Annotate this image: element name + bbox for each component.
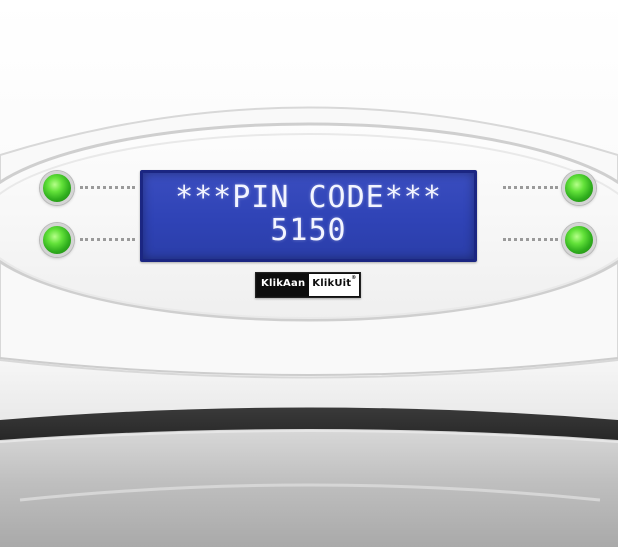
led-connector-bottom-left <box>80 238 135 241</box>
led-indicator-bottom-right[interactable] <box>562 223 596 257</box>
led-connector-bottom-right <box>503 238 558 241</box>
led-indicator-bottom-left[interactable] <box>40 223 74 257</box>
led-indicator-top-left[interactable] <box>40 171 74 205</box>
brand-logo: KlikAan KlikUit® <box>255 272 362 298</box>
lcd-line-2: 5150 <box>270 213 347 248</box>
led-connector-top-right <box>503 186 558 189</box>
device-front-panel: ***PIN CODE*** 5150 KlikAan KlikUit® <box>0 0 618 547</box>
lcd-line-1: ***PIN CODE*** <box>175 180 442 215</box>
brand-logo-left: KlikAan <box>257 274 310 296</box>
led-indicator-top-right[interactable] <box>562 171 596 205</box>
brand-logo-right: KlikUit® <box>309 274 360 296</box>
tray <box>0 429 618 547</box>
brand-logo-right-text: KlikUit <box>312 278 352 289</box>
registered-mark: ® <box>351 275 357 281</box>
led-connector-top-left <box>80 186 135 189</box>
lcd-display: ***PIN CODE*** 5150 <box>140 170 477 262</box>
